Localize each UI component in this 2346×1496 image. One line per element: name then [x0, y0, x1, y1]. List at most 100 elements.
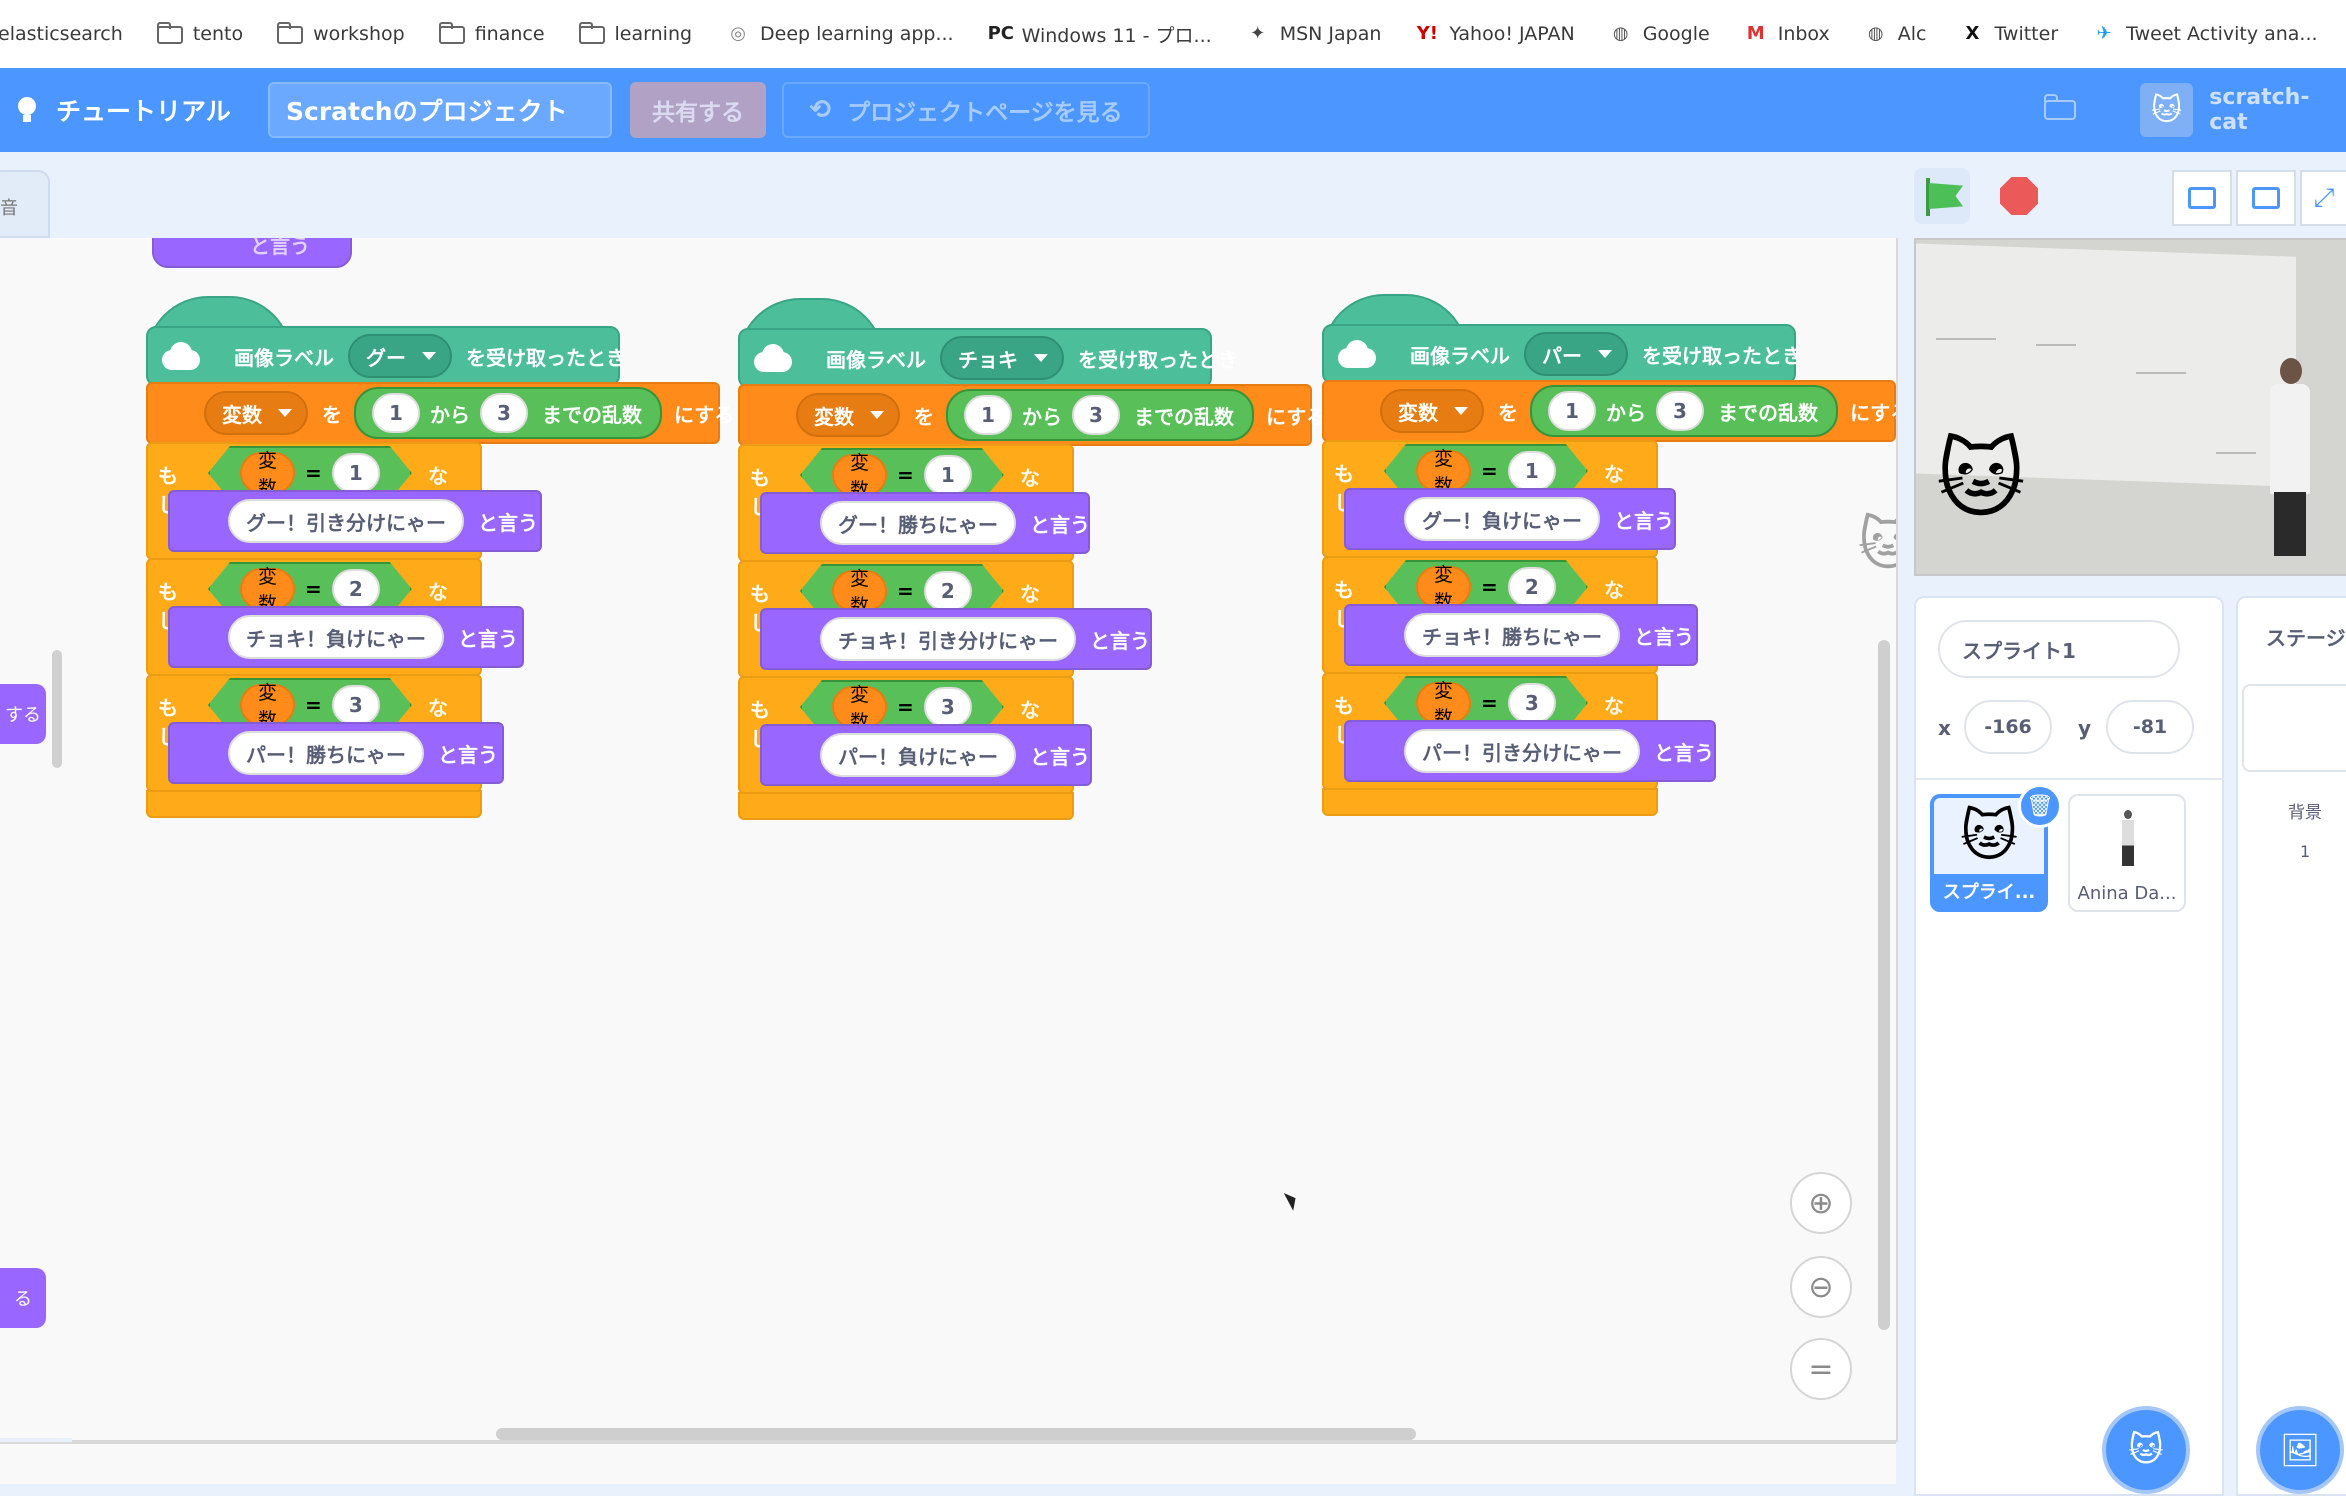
see-project-page-button[interactable]: ⟲ プロジェクトページを見る: [782, 82, 1150, 138]
compare-value-input[interactable]: 2: [1508, 567, 1556, 607]
account-menu[interactable]: 🐱 scratch-cat: [2140, 82, 2346, 138]
tutorial-button[interactable]: チュートリアル: [14, 86, 231, 134]
say-text-input[interactable]: チョキ！勝ちにゃー: [1404, 613, 1620, 657]
fullscreen-button[interactable]: ⤢: [2300, 170, 2346, 226]
bookmark-12[interactable]: X Twitter: [1960, 23, 2059, 45]
zoom-in-icon[interactable]: ⊕: [1790, 1172, 1852, 1234]
say-block[interactable]: チョキ！引き分けにゃー と言う: [760, 608, 1152, 670]
random-to-input[interactable]: 3: [480, 393, 528, 433]
variable-dropdown[interactable]: 変数: [204, 391, 308, 435]
green-flag-icon[interactable]: [1914, 168, 1970, 224]
large-stage-button[interactable]: [2236, 170, 2296, 226]
say-block[interactable]: パー！負けにゃー と言う: [760, 724, 1092, 786]
say-block[interactable]: チョキ！勝ちにゃー と言う: [1344, 604, 1698, 666]
variable-reporter[interactable]: 変数: [1416, 450, 1471, 492]
small-stage-button[interactable]: [2172, 170, 2232, 226]
workspace-horizontal-scrollbar[interactable]: [496, 1428, 1416, 1440]
zoom-reset-icon[interactable]: =: [1790, 1338, 1852, 1400]
bookmark-11[interactable]: ◍ Alc: [1864, 23, 1927, 45]
variable-reporter[interactable]: 変数: [1416, 682, 1471, 724]
compare-value-input[interactable]: 3: [332, 685, 380, 725]
variable-reporter[interactable]: 変数: [832, 570, 887, 612]
partial-say-block[interactable]: と言う: [152, 238, 352, 268]
person-sprite[interactable]: [2266, 358, 2316, 558]
random-block[interactable]: 1 から 3 までの乱数: [1530, 385, 1838, 437]
stage-canvas[interactable]: 🐱: [1914, 238, 2346, 576]
when-receive-label-hat[interactable]: 画像ラベル パー を受け取ったとき: [1322, 324, 1802, 384]
say-block[interactable]: グー！勝ちにゃー と言う: [760, 492, 1090, 554]
compare-value-input[interactable]: 2: [332, 569, 380, 609]
variable-dropdown[interactable]: 変数: [1380, 389, 1484, 433]
when-receive-label-hat[interactable]: 画像ラベル グー を受け取ったとき: [146, 326, 626, 386]
variable-reporter[interactable]: 変数: [832, 454, 887, 496]
y-position-field[interactable]: -81: [2106, 700, 2194, 754]
random-from-input[interactable]: 1: [1548, 391, 1596, 431]
random-block[interactable]: 1 から 3 までの乱数: [354, 387, 662, 439]
compare-value-input[interactable]: 3: [924, 687, 972, 727]
label-dropdown[interactable]: グー: [348, 334, 452, 378]
bookmark-0[interactable]: elasticsearch: [0, 23, 123, 45]
add-sprite-icon[interactable]: 🐱: [2102, 1406, 2190, 1494]
bookmark-1[interactable]: tento: [156, 22, 243, 45]
bookmark-10[interactable]: M Inbox: [1744, 23, 1830, 45]
say-block[interactable]: パー！引き分けにゃー と言う: [1344, 720, 1716, 782]
variable-reporter[interactable]: 変数: [832, 686, 887, 728]
say-text-input[interactable]: グー！勝ちにゃー: [820, 501, 1016, 545]
compare-value-input[interactable]: 1: [1508, 451, 1556, 491]
x-position-field[interactable]: -166: [1964, 700, 2052, 754]
palette-block-1[interactable]: する: [0, 684, 46, 744]
bookmark-2[interactable]: workshop: [277, 22, 405, 45]
variable-dropdown[interactable]: 変数: [796, 393, 900, 437]
say-text-input[interactable]: パー！勝ちにゃー: [228, 731, 424, 775]
bookmark-9[interactable]: ◍ Google: [1609, 23, 1710, 45]
code-workspace[interactable]: と言う 🐱 画像ラベルグーを受け取ったとき変数を1から3までの乱数にするもし変数…: [72, 238, 1898, 1442]
sprite-thumb-2[interactable]: Anina Da...: [2068, 794, 2186, 912]
bookmark-8[interactable]: Y! Yahoo! JAPAN: [1415, 23, 1575, 45]
variable-reporter[interactable]: 変数: [240, 568, 295, 610]
say-block[interactable]: パー！勝ちにゃー と言う: [168, 722, 504, 784]
say-text-input[interactable]: チョキ！負けにゃー: [228, 615, 444, 659]
share-button[interactable]: 共有する: [630, 82, 766, 138]
project-title-input[interactable]: [268, 82, 612, 138]
say-text-input[interactable]: グー！引き分けにゃー: [228, 499, 464, 543]
bookmark-7[interactable]: ✦ MSN Japan: [1246, 23, 1381, 45]
cat-sprite-icon[interactable]: 🐱: [1936, 430, 2026, 530]
sprite-name-input[interactable]: [1938, 620, 2180, 678]
palette-scrollbar[interactable]: [52, 650, 62, 768]
workspace-vertical-scrollbar[interactable]: [1878, 640, 1890, 1330]
tab-sounds[interactable]: 音: [0, 170, 50, 238]
compare-value-input[interactable]: 2: [924, 571, 972, 611]
random-block[interactable]: 1 から 3 までの乱数: [946, 389, 1254, 441]
say-text-input[interactable]: チョキ！引き分けにゃー: [820, 617, 1076, 661]
palette-block-2[interactable]: る: [0, 1268, 46, 1328]
set-variable-block[interactable]: 変数を 1 から 3 までの乱数 にする: [738, 384, 1326, 446]
variable-reporter[interactable]: 変数: [240, 684, 295, 726]
stage-target-pane[interactable]: ステージ 背景 1: [2236, 596, 2346, 1496]
random-from-input[interactable]: 1: [372, 393, 420, 433]
say-text-input[interactable]: パー！引き分けにゃー: [1404, 729, 1640, 773]
say-block[interactable]: グー！引き分けにゃー と言う: [168, 490, 542, 552]
random-to-input[interactable]: 3: [1072, 395, 1120, 435]
stage-thumbnail[interactable]: [2242, 684, 2346, 772]
delete-sprite-icon[interactable]: 🗑: [2018, 784, 2062, 828]
set-variable-block[interactable]: 変数を 1 から 3 までの乱数 にする: [1322, 380, 1896, 442]
say-block[interactable]: チョキ！負けにゃー と言う: [168, 606, 524, 668]
stop-icon[interactable]: [2000, 177, 2038, 215]
zoom-out-icon[interactable]: ⊖: [1790, 1256, 1852, 1318]
bookmark-4[interactable]: learning: [578, 22, 692, 45]
bookmark-6[interactable]: PC Windows 11 - プロ...: [988, 21, 1212, 48]
my-stuff-folder-icon[interactable]: [2044, 94, 2078, 122]
say-text-input[interactable]: パー！負けにゃー: [820, 733, 1016, 777]
when-receive-label-hat[interactable]: 画像ラベル チョキ を受け取ったとき: [738, 328, 1238, 388]
random-to-input[interactable]: 3: [1656, 391, 1704, 431]
random-from-input[interactable]: 1: [964, 395, 1012, 435]
say-block[interactable]: グー！負けにゃー と言う: [1344, 488, 1676, 550]
label-dropdown[interactable]: チョキ: [940, 336, 1064, 380]
variable-reporter[interactable]: 変数: [1416, 566, 1471, 608]
label-dropdown[interactable]: パー: [1524, 332, 1628, 376]
add-backdrop-icon[interactable]: 🖼: [2256, 1406, 2344, 1494]
variable-reporter[interactable]: 変数: [240, 452, 295, 494]
bookmark-3[interactable]: finance: [438, 22, 545, 45]
say-text-input[interactable]: グー！負けにゃー: [1404, 497, 1600, 541]
bookmark-5[interactable]: ◎ Deep learning app...: [726, 23, 953, 45]
